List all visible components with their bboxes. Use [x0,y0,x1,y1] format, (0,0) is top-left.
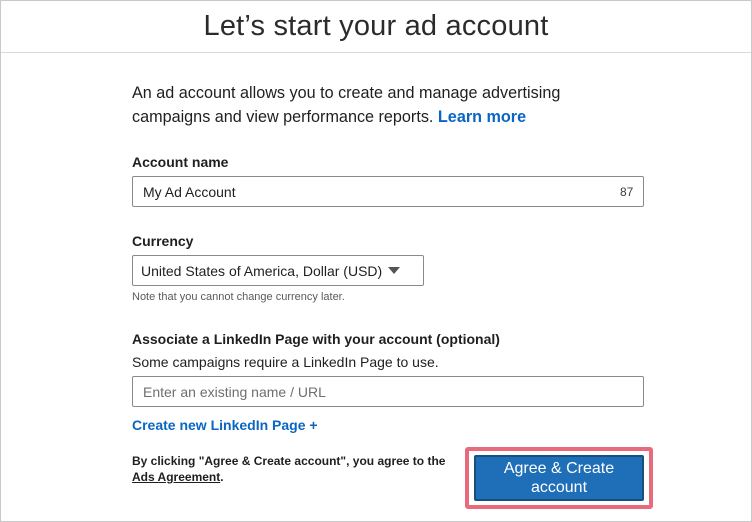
create-linkedin-page-link[interactable]: Create new LinkedIn Page + [132,417,318,433]
currency-label: Currency [132,233,194,249]
currency-note: Note that you cannot change currency lat… [132,291,345,303]
currency-selected-value: United States of America, Dollar (USD) [141,262,383,279]
account-name-input[interactable] [132,176,644,207]
agreement-body: By clicking "Agree & Create account", yo… [132,454,446,468]
page-title: Let’s start your ad account [203,10,549,42]
currency-select[interactable]: United States of America, Dollar (USD) [132,255,424,286]
caret-down-icon [388,267,401,274]
linkedin-page-sublabel: Some campaigns require a LinkedIn Page t… [132,354,439,370]
agreement-period: . [220,470,224,484]
intro-text: An ad account allows you to create and m… [132,81,602,129]
character-counter: 87 [620,185,634,199]
linkedin-page-label: Associate a LinkedIn Page with your acco… [132,331,500,347]
agree-create-account-button[interactable]: Agree & Create account [474,455,644,501]
agreement-text: By clicking "Agree & Create account", yo… [132,453,462,485]
learn-more-link[interactable]: Learn more [438,108,526,126]
linkedin-page-input[interactable] [132,376,644,407]
account-name-label: Account name [132,154,229,170]
dialog-header: Let’s start your ad account [1,1,751,53]
ads-agreement-link[interactable]: Ads Agreement [132,470,220,484]
